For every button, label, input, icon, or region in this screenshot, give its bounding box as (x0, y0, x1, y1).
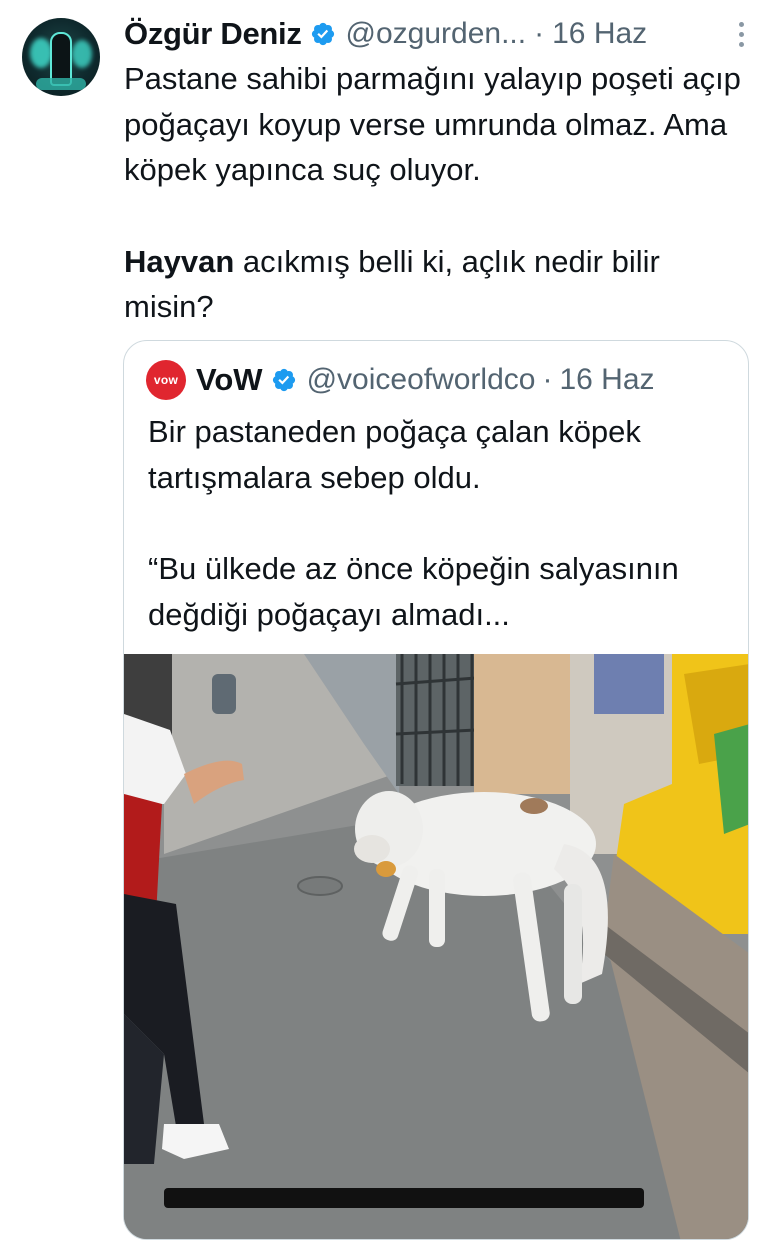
tweet-text: Pastane sahibi parmağını yalayıp poşeti … (124, 56, 754, 330)
verified-badge-icon (311, 22, 334, 46)
quoted-author-name[interactable]: VoW (196, 362, 263, 398)
tweet-paragraph-1: Pastane sahibi parmağını yalayıp poşeti … (124, 61, 741, 187)
avatar-glow-right (72, 40, 92, 68)
header-separator: · (534, 17, 545, 50)
tweet-date[interactable]: 16 Haz (552, 17, 647, 51)
bold-word: Hayvan (124, 243, 235, 279)
video-frame (124, 654, 748, 1239)
avatar-glow-left (30, 38, 52, 68)
author-name[interactable]: Özgür Deniz (124, 16, 302, 52)
quoted-author-handle[interactable]: @voiceofworldco (307, 363, 536, 397)
tweet-paragraph-2: Hayvan acıkmış belli ki, açlık nedir bil… (124, 239, 754, 330)
verified-badge-icon (272, 368, 295, 392)
quoted-paragraph-2: “Bu ülkede az önce köpeğin salyasının de… (148, 551, 679, 632)
author-handle[interactable]: @ozgurden... (346, 17, 527, 51)
avatar-base (36, 78, 86, 90)
quoted-tweet-video[interactable] (124, 654, 748, 1239)
quoted-tweet-card[interactable]: vow VoW @voiceofworldco · 16 Haz Bir pas… (123, 340, 749, 1240)
quoted-tweet-header: vow VoW @voiceofworldco · 16 Haz (146, 359, 655, 401)
quoted-paragraph-1: Bir pastaneden poğaça çalan köpek tartış… (148, 414, 641, 495)
tweet-header: Özgür Deniz @ozgurden... · 16 Haz (124, 12, 751, 56)
more-options-icon[interactable] (735, 22, 747, 52)
quoted-tweet-date[interactable]: 16 Haz (559, 363, 654, 397)
quoted-author-avatar[interactable]: vow (146, 360, 186, 400)
author-avatar[interactable] (22, 18, 100, 96)
quoted-tweet-text: Bir pastaneden poğaça çalan köpek tartış… (148, 409, 738, 637)
quoted-header-separator: · (542, 363, 553, 396)
